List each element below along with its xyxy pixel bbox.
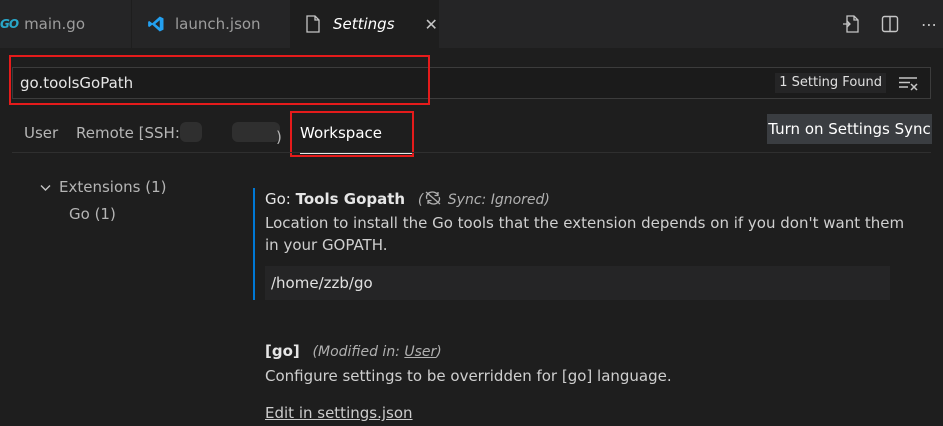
toc-label: Extensions (1) xyxy=(59,178,167,196)
results-count-badge: 1 Setting Found xyxy=(775,73,886,93)
tools-gopath-input[interactable] xyxy=(265,266,890,300)
go-setting-name: [go] xyxy=(265,342,300,360)
tab-settings[interactable]: Settings ✕ xyxy=(291,0,439,48)
remote-suffix: ) xyxy=(276,128,282,146)
chevron-down-icon xyxy=(40,182,51,195)
redacted-host xyxy=(180,122,202,142)
sync-ignored-label: Sync: Ignored xyxy=(447,192,545,208)
close-icon[interactable]: ✕ xyxy=(425,15,438,34)
tab-label: launch.json xyxy=(175,15,261,33)
editor-tab-bar: GO main.go launch.json Settings ✕ ⋯ xyxy=(0,0,943,48)
open-settings-json-icon-glyph xyxy=(843,15,859,33)
open-settings-json-icon[interactable] xyxy=(841,14,861,34)
go-file-icon: GO xyxy=(0,17,19,31)
sync-ignored-icon xyxy=(425,191,441,205)
sync-ignored-indicator: ( Sync: Ignored) xyxy=(417,191,550,208)
tab-workspace[interactable]: Workspace xyxy=(300,124,382,142)
active-tab-indicator xyxy=(300,153,414,154)
split-editor-icon-glyph xyxy=(881,15,899,33)
tab-user[interactable]: User xyxy=(24,124,58,142)
edit-in-settings-json-link[interactable]: Edit in settings.json xyxy=(265,404,413,422)
settings-search-box: 1 Setting Found xyxy=(12,67,931,99)
tab-launch-json[interactable]: launch.json xyxy=(132,0,291,48)
settings-search-input[interactable] xyxy=(20,68,620,98)
header-divider xyxy=(12,152,931,153)
setting-category: Go: xyxy=(265,190,296,208)
remote-label: Remote [SSH: xyxy=(76,124,180,142)
split-editor-icon[interactable] xyxy=(880,14,900,34)
modified-suffix: ) xyxy=(436,344,442,360)
ellipsis-glyph: ⋯ xyxy=(921,14,937,34)
vscode-icon xyxy=(148,16,164,32)
clear-filter-icon[interactable] xyxy=(898,75,918,91)
setting-name: Tools Gopath xyxy=(295,190,406,208)
more-actions-icon[interactable]: ⋯ xyxy=(919,14,939,34)
tab-label: main.go xyxy=(24,15,86,33)
modified-prefix: (Modified in: xyxy=(312,344,405,360)
toc-item-go[interactable]: Go (1) xyxy=(69,205,116,223)
redacted-host xyxy=(232,122,280,142)
go-setting-description: Configure settings to be overridden for … xyxy=(265,367,672,385)
modified-in-user-link[interactable]: User xyxy=(404,344,436,360)
setting-title: Go: Tools Gopath ( Sync: Ignored) xyxy=(265,190,550,208)
modified-indicator: (Modified in: User) xyxy=(313,344,442,360)
focused-setting-indicator xyxy=(253,188,255,300)
file-icon xyxy=(306,15,320,33)
go-setting-title: [go] (Modified in: User) xyxy=(265,342,442,360)
tab-label: Settings xyxy=(333,15,395,33)
turn-on-settings-sync-button[interactable]: Turn on Settings Sync xyxy=(767,114,932,144)
tab-main-go[interactable]: GO main.go xyxy=(0,0,132,48)
toc-item-extensions[interactable]: Extensions (1) xyxy=(40,178,166,196)
tab-remote[interactable]: Remote [SSH: xyxy=(76,124,180,142)
setting-description: Location to install the Go tools that th… xyxy=(265,214,905,254)
